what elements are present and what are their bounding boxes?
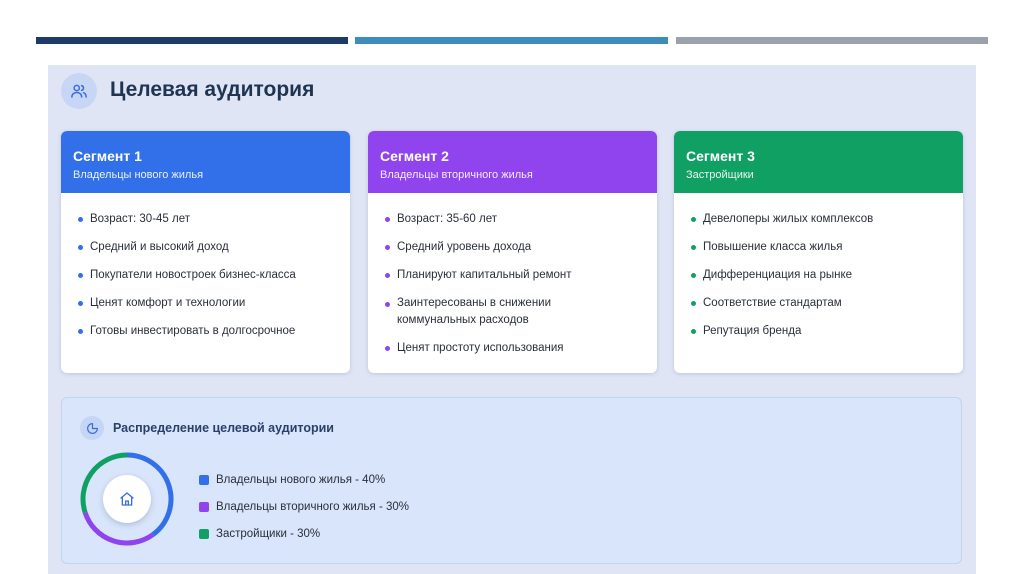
legend-label: Владельцы вторичного жилья - 30% [216, 500, 410, 513]
list-item: Средний и высокий доход [78, 239, 338, 256]
segment-card-header: Сегмент 2 Владельцы вторичного жилья [368, 131, 657, 193]
bullet-dot [691, 329, 696, 334]
list-item: Повышение класса жилья [691, 239, 951, 256]
legend-swatch [199, 528, 209, 539]
pie-chart-icon [80, 416, 104, 440]
segment-subtitle: Владельцы вторичного жилья [380, 169, 533, 181]
bullet-dot [78, 273, 83, 278]
segment-card-header: Сегмент 1 Владельцы нового жилья [61, 131, 350, 193]
page-title: Целевая аудитория [110, 78, 315, 101]
bullet-dot [691, 217, 696, 222]
list-item: Репутация бренда [691, 323, 951, 340]
legend-item: Владельцы вторичного жилья - 30% [199, 493, 409, 520]
legend-label: Застройщики - 30% [216, 527, 321, 540]
segment-card-header: Сегмент 3 Застройщики [674, 131, 963, 193]
bullet-dot [691, 301, 696, 306]
segment-title: Сегмент 3 [686, 148, 755, 164]
bullet-dot [385, 302, 390, 307]
top-bar-gray [676, 37, 988, 44]
bullet-dot [385, 273, 390, 278]
legend-swatch [199, 474, 209, 485]
list-item: Готовы инвестировать в долгосрочное [78, 323, 338, 340]
segment-card-2: Сегмент 2 Владельцы вторичного жилья Воз… [368, 131, 657, 373]
bullet-dot [385, 346, 390, 351]
segment-list: Возраст: 30-45 лет Средний и высокий дох… [61, 193, 350, 340]
top-bar-navy [36, 37, 348, 44]
home-icon [103, 475, 151, 523]
bullet-dot [78, 217, 83, 222]
list-item: Средний уровень дохода [385, 239, 645, 256]
legend-item: Застройщики - 30% [199, 520, 409, 547]
list-item: Ценят комфорт и технологии [78, 295, 338, 312]
bullet-dot [691, 273, 696, 278]
segment-title: Сегмент 1 [73, 148, 142, 164]
segment-subtitle: Владельцы нового жилья [73, 169, 204, 181]
users-icon [61, 73, 97, 109]
list-item: Планируют капитальный ремонт [385, 267, 645, 284]
segment-title: Сегмент 2 [380, 148, 449, 164]
bullet-dot [385, 217, 390, 222]
legend-item: Владельцы нового жилья - 40% [199, 466, 409, 493]
distribution-legend: Владельцы нового жилья - 40% Владельцы в… [199, 466, 409, 547]
list-item: Покупатели новостроек бизнес-класса [78, 267, 338, 284]
segment-card-1: Сегмент 1 Владельцы нового жилья Возраст… [61, 131, 350, 373]
list-item: Соответствие стандартам [691, 295, 951, 312]
bullet-dot [78, 329, 83, 334]
segment-subtitle: Застройщики [686, 169, 754, 181]
legend-label: Владельцы нового жилья - 40% [216, 473, 386, 486]
list-item: Возраст: 30-45 лет [78, 211, 338, 228]
bullet-dot [385, 245, 390, 250]
bullet-dot [78, 301, 83, 306]
list-item: Дифференциация на рынке [691, 267, 951, 284]
list-item: Девелоперы жилых комплексов [691, 211, 951, 228]
list-item: Ценят простоту использования [385, 340, 645, 357]
list-item: Заинтересованы в снижении коммунальных р… [385, 295, 567, 329]
top-bar-teal [355, 37, 668, 44]
segment-list: Девелоперы жилых комплексов Повышение кл… [674, 193, 963, 340]
segment-card-3: Сегмент 3 Застройщики Девелоперы жилых к… [674, 131, 963, 373]
segment-list: Возраст: 35-60 лет Средний уровень доход… [368, 193, 657, 357]
list-item: Возраст: 35-60 лет [385, 211, 645, 228]
bullet-dot [691, 245, 696, 250]
bullet-dot [78, 245, 83, 250]
legend-swatch [199, 501, 209, 512]
distribution-title: Распределение целевой аудитории [113, 421, 334, 435]
